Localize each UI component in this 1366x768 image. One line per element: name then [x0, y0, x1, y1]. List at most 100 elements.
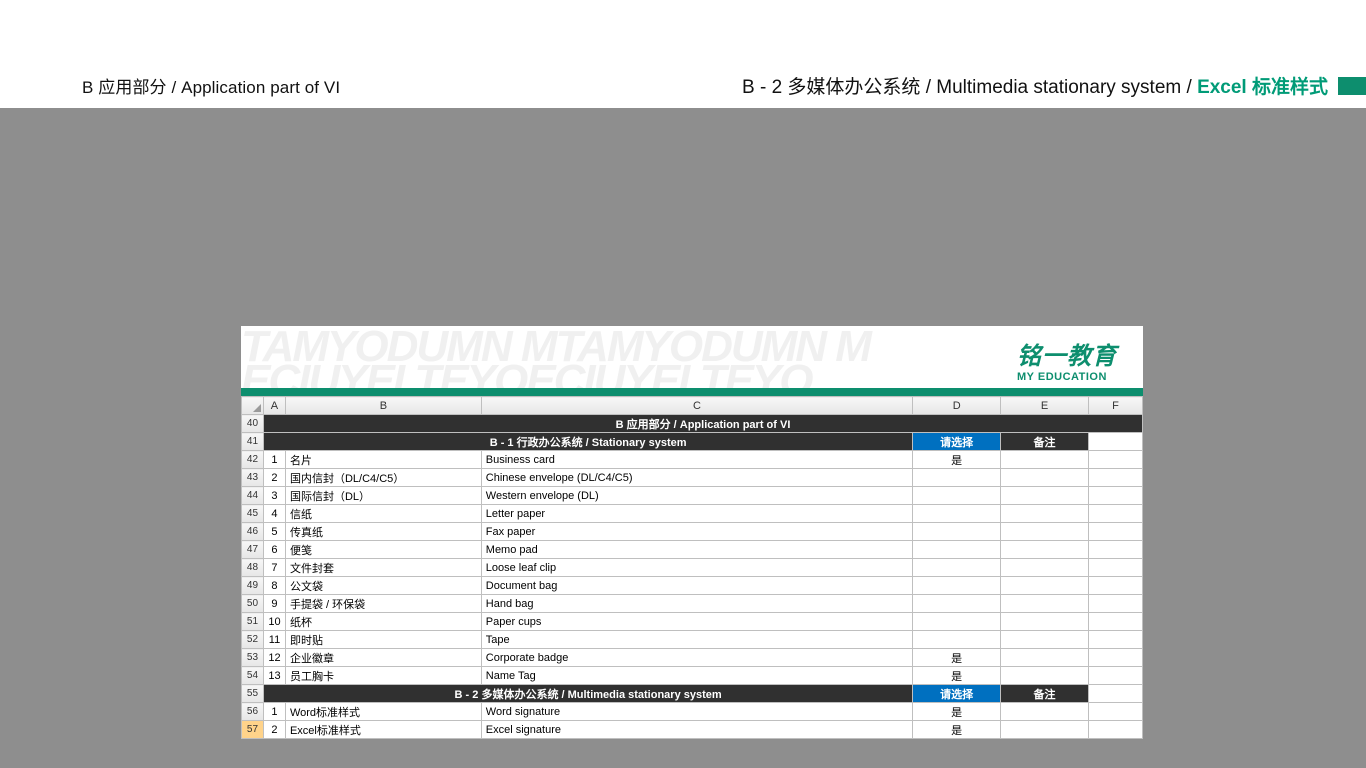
row-header[interactable]: 46 [242, 523, 264, 541]
cell[interactable] [1089, 577, 1143, 595]
status-cell[interactable] [913, 487, 1001, 505]
row-index[interactable]: 1 [263, 703, 285, 721]
note-cell[interactable] [1001, 541, 1089, 559]
cell[interactable] [1089, 631, 1143, 649]
item-zh[interactable]: 信纸 [285, 505, 481, 523]
note-cell[interactable] [1001, 523, 1089, 541]
cell[interactable] [1089, 703, 1143, 721]
row-index[interactable]: 9 [263, 595, 285, 613]
status-cell[interactable]: 是 [913, 667, 1001, 685]
cell[interactable] [1089, 523, 1143, 541]
row-index[interactable]: 6 [263, 541, 285, 559]
item-en[interactable]: Hand bag [481, 595, 912, 613]
note-cell[interactable] [1001, 559, 1089, 577]
item-en[interactable]: Chinese envelope (DL/C4/C5) [481, 469, 912, 487]
row-index[interactable]: 2 [263, 469, 285, 487]
item-zh[interactable]: 员工胸卡 [285, 667, 481, 685]
column-header[interactable]: A [263, 397, 285, 415]
status-cell[interactable] [913, 523, 1001, 541]
row-header[interactable]: 57 [242, 721, 264, 739]
note-cell[interactable] [1001, 703, 1089, 721]
note-cell[interactable] [1001, 505, 1089, 523]
row-header[interactable]: 54 [242, 667, 264, 685]
item-en[interactable]: Corporate badge [481, 649, 912, 667]
cell[interactable] [1089, 721, 1143, 739]
item-en[interactable]: Paper cups [481, 613, 912, 631]
row-header[interactable]: 43 [242, 469, 264, 487]
cell[interactable] [1089, 685, 1143, 703]
row-header[interactable]: 55 [242, 685, 264, 703]
cell[interactable] [1089, 613, 1143, 631]
row-index[interactable]: 1 [263, 451, 285, 469]
row-index[interactable]: 3 [263, 487, 285, 505]
status-cell[interactable]: 是 [913, 451, 1001, 469]
note-cell[interactable] [1001, 631, 1089, 649]
row-header[interactable]: 56 [242, 703, 264, 721]
column-header[interactable]: C [481, 397, 912, 415]
spreadsheet[interactable]: ABCDEF40B 应用部分 / Application part of VI4… [241, 396, 1143, 739]
row-index[interactable]: 13 [263, 667, 285, 685]
column-header[interactable]: E [1001, 397, 1089, 415]
cell[interactable] [1089, 433, 1143, 451]
status-cell[interactable] [913, 595, 1001, 613]
row-index[interactable]: 10 [263, 613, 285, 631]
select-all-corner[interactable] [242, 397, 264, 415]
item-en[interactable]: Letter paper [481, 505, 912, 523]
item-en[interactable]: Western envelope (DL) [481, 487, 912, 505]
row-header[interactable]: 47 [242, 541, 264, 559]
row-header[interactable]: 44 [242, 487, 264, 505]
note-cell[interactable] [1001, 577, 1089, 595]
note-cell[interactable] [1001, 721, 1089, 739]
note-cell[interactable] [1001, 487, 1089, 505]
note-cell[interactable] [1001, 649, 1089, 667]
note-cell[interactable] [1001, 667, 1089, 685]
item-en[interactable]: Tape [481, 631, 912, 649]
item-zh[interactable]: 传真纸 [285, 523, 481, 541]
row-header[interactable]: 51 [242, 613, 264, 631]
item-en[interactable]: Memo pad [481, 541, 912, 559]
row-header[interactable]: 52 [242, 631, 264, 649]
item-zh[interactable]: 便笺 [285, 541, 481, 559]
status-cell[interactable]: 是 [913, 721, 1001, 739]
item-zh[interactable]: 名片 [285, 451, 481, 469]
item-zh[interactable]: 国际信封（DL） [285, 487, 481, 505]
item-zh[interactable]: 即时贴 [285, 631, 481, 649]
status-cell[interactable]: 是 [913, 703, 1001, 721]
item-zh[interactable]: 国内信封（DL/C4/C5） [285, 469, 481, 487]
status-cell[interactable] [913, 469, 1001, 487]
row-header[interactable]: 42 [242, 451, 264, 469]
item-en[interactable]: Excel signature [481, 721, 912, 739]
item-zh[interactable]: Excel标准样式 [285, 721, 481, 739]
note-cell[interactable] [1001, 469, 1089, 487]
status-cell[interactable] [913, 613, 1001, 631]
row-index[interactable]: 2 [263, 721, 285, 739]
item-zh[interactable]: 企业徽章 [285, 649, 481, 667]
row-index[interactable]: 7 [263, 559, 285, 577]
row-header[interactable]: 40 [242, 415, 264, 433]
status-cell[interactable] [913, 541, 1001, 559]
item-en[interactable]: Fax paper [481, 523, 912, 541]
status-cell[interactable] [913, 631, 1001, 649]
cell[interactable] [1089, 541, 1143, 559]
status-cell[interactable] [913, 559, 1001, 577]
item-zh[interactable]: Word标准样式 [285, 703, 481, 721]
status-cell[interactable] [913, 577, 1001, 595]
row-index[interactable]: 4 [263, 505, 285, 523]
column-header[interactable]: B [285, 397, 481, 415]
row-header[interactable]: 50 [242, 595, 264, 613]
cell[interactable] [1089, 649, 1143, 667]
item-zh[interactable]: 手提袋 / 环保袋 [285, 595, 481, 613]
row-index[interactable]: 11 [263, 631, 285, 649]
cell[interactable] [1089, 667, 1143, 685]
note-cell[interactable] [1001, 451, 1089, 469]
row-header[interactable]: 41 [242, 433, 264, 451]
note-cell[interactable] [1001, 595, 1089, 613]
item-en[interactable]: Business card [481, 451, 912, 469]
item-en[interactable]: Loose leaf clip [481, 559, 912, 577]
cell[interactable] [1089, 469, 1143, 487]
status-cell[interactable] [913, 505, 1001, 523]
item-en[interactable]: Name Tag [481, 667, 912, 685]
item-en[interactable]: Word signature [481, 703, 912, 721]
status-cell[interactable]: 是 [913, 649, 1001, 667]
row-header[interactable]: 53 [242, 649, 264, 667]
